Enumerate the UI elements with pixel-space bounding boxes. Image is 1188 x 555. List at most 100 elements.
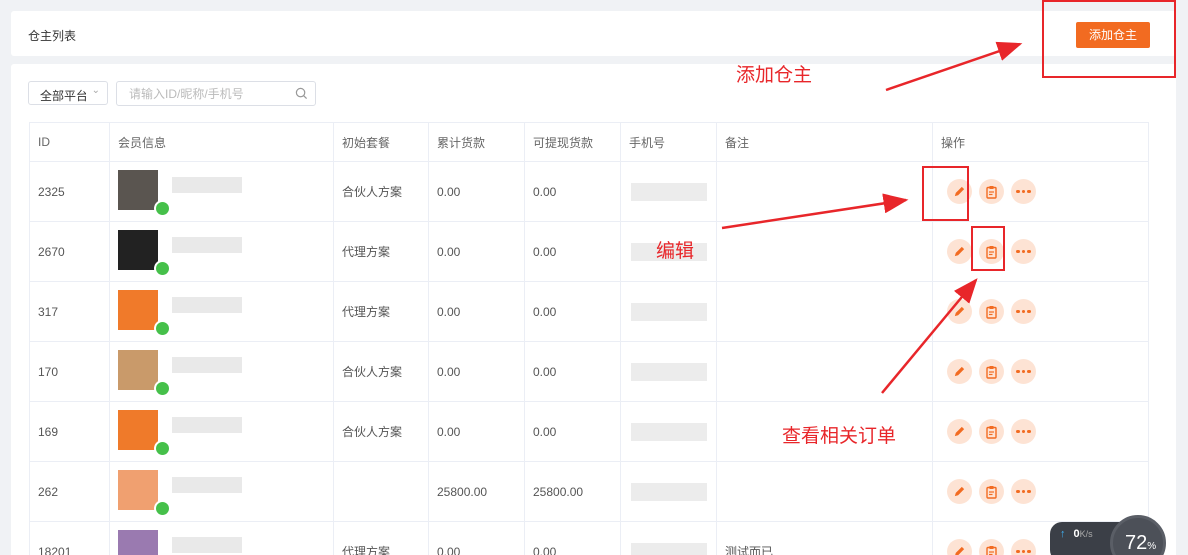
clipboard-icon (986, 185, 997, 199)
pencil-icon (954, 366, 965, 377)
more-actions-button[interactable] (1011, 419, 1036, 444)
cell-member (110, 522, 334, 555)
edit-button[interactable] (947, 239, 972, 264)
more-actions-button[interactable] (1011, 479, 1036, 504)
more-dots-icon (1016, 369, 1031, 374)
search-icon[interactable] (295, 87, 308, 100)
edit-button[interactable] (947, 299, 972, 324)
cell-withdrawable: 0.00 (525, 402, 621, 461)
wechat-icon (154, 500, 171, 517)
cell-id: 2325 (30, 162, 110, 221)
cell-id: 170 (30, 342, 110, 401)
more-actions-button[interactable] (1011, 299, 1036, 324)
usage-percent-sign: % (1147, 541, 1157, 552)
cell-plan: 代理方案 (334, 282, 429, 341)
cell-actions (933, 282, 1150, 341)
cell-total: 0.00 (429, 222, 525, 281)
col-header-total: 累计货款 (429, 123, 525, 161)
page-title: 仓主列表 (28, 29, 77, 43)
phone-redacted (631, 423, 707, 441)
col-header-member: 会员信息 (110, 123, 334, 161)
phone-redacted (631, 363, 707, 381)
more-actions-button[interactable] (1011, 179, 1036, 204)
more-dots-icon (1016, 249, 1031, 254)
cell-withdrawable: 25800.00 (525, 462, 621, 521)
cell-note: 测试而已 (717, 522, 933, 555)
platform-select[interactable]: 全部平台 ⌄ (28, 81, 108, 105)
wechat-icon (154, 380, 171, 397)
cell-phone (621, 402, 717, 461)
more-actions-button[interactable] (1011, 359, 1036, 384)
cell-withdrawable: 0.00 (525, 282, 621, 341)
upload-arrow-icon: ↑ (1060, 528, 1066, 540)
phone-redacted (631, 303, 707, 321)
member-name-redacted (172, 477, 242, 493)
usage-percent: 72 (1125, 532, 1148, 554)
edit-button[interactable] (947, 539, 972, 555)
cell-phone (621, 282, 717, 341)
table-row: 169 合伙人方案 0.00 0.00 (30, 402, 1148, 462)
avatar (118, 350, 158, 390)
view-orders-button[interactable] (979, 359, 1004, 384)
cell-note (717, 462, 933, 521)
cell-total: 0.00 (429, 162, 525, 221)
cell-actions (933, 402, 1150, 461)
edit-button[interactable] (947, 359, 972, 384)
cell-note (717, 162, 933, 221)
cell-id: 2670 (30, 222, 110, 281)
table-header: ID 会员信息 初始套餐 累计货款 可提现货款 手机号 备注 操作 (30, 122, 1148, 162)
cell-total: 0.00 (429, 342, 525, 401)
pencil-icon (954, 306, 965, 317)
wechat-icon (154, 440, 171, 457)
search-box[interactable] (116, 81, 316, 106)
cell-plan: 代理方案 (334, 222, 429, 281)
cell-plan: 代理方案 (334, 522, 429, 555)
pencil-icon (954, 426, 965, 437)
cell-id: 262 (30, 462, 110, 521)
avatar (118, 170, 158, 210)
phone-redacted (631, 543, 707, 555)
member-name-redacted (172, 237, 242, 253)
header-card: 仓主列表 (11, 11, 1176, 56)
wechat-icon (154, 200, 171, 217)
edit-button[interactable] (947, 419, 972, 444)
clipboard-icon (986, 485, 997, 499)
cell-member (110, 222, 334, 281)
more-dots-icon (1016, 549, 1031, 554)
member-name-redacted (172, 297, 242, 313)
table-row: 2325 合伙人方案 0.00 0.00 (30, 162, 1148, 222)
pencil-icon (954, 246, 965, 257)
col-header-note: 备注 (717, 123, 933, 161)
view-orders-button[interactable] (979, 539, 1004, 555)
chevron-down-icon: ⌄ (91, 85, 100, 96)
more-actions-button[interactable] (1011, 239, 1036, 264)
more-actions-button[interactable] (1011, 539, 1036, 555)
cell-plan: 合伙人方案 (334, 162, 429, 221)
cell-plan (334, 462, 429, 521)
search-input[interactable] (129, 85, 289, 102)
more-dots-icon (1016, 309, 1031, 314)
cell-plan: 合伙人方案 (334, 342, 429, 401)
cell-member (110, 162, 334, 221)
table-row: 262 25800.00 25800.00 (30, 462, 1148, 522)
cell-phone (621, 162, 717, 221)
view-orders-button[interactable] (979, 479, 1004, 504)
view-orders-button[interactable] (979, 299, 1004, 324)
col-header-withdrawable: 可提现货款 (525, 123, 621, 161)
more-dots-icon (1016, 489, 1031, 494)
cell-withdrawable: 0.00 (525, 162, 621, 221)
avatar (118, 530, 158, 555)
view-orders-button[interactable] (979, 179, 1004, 204)
annotation-box-edit (922, 166, 969, 221)
more-dots-icon (1016, 429, 1031, 434)
cell-actions (933, 342, 1150, 401)
col-header-phone: 手机号 (621, 123, 717, 161)
cell-member (110, 402, 334, 461)
col-header-id: ID (30, 123, 110, 161)
view-orders-button[interactable] (979, 419, 1004, 444)
cell-member (110, 282, 334, 341)
edit-button[interactable] (947, 479, 972, 504)
pencil-icon (955, 546, 965, 555)
cell-id: 317 (30, 282, 110, 341)
cell-total: 0.00 (429, 402, 525, 461)
